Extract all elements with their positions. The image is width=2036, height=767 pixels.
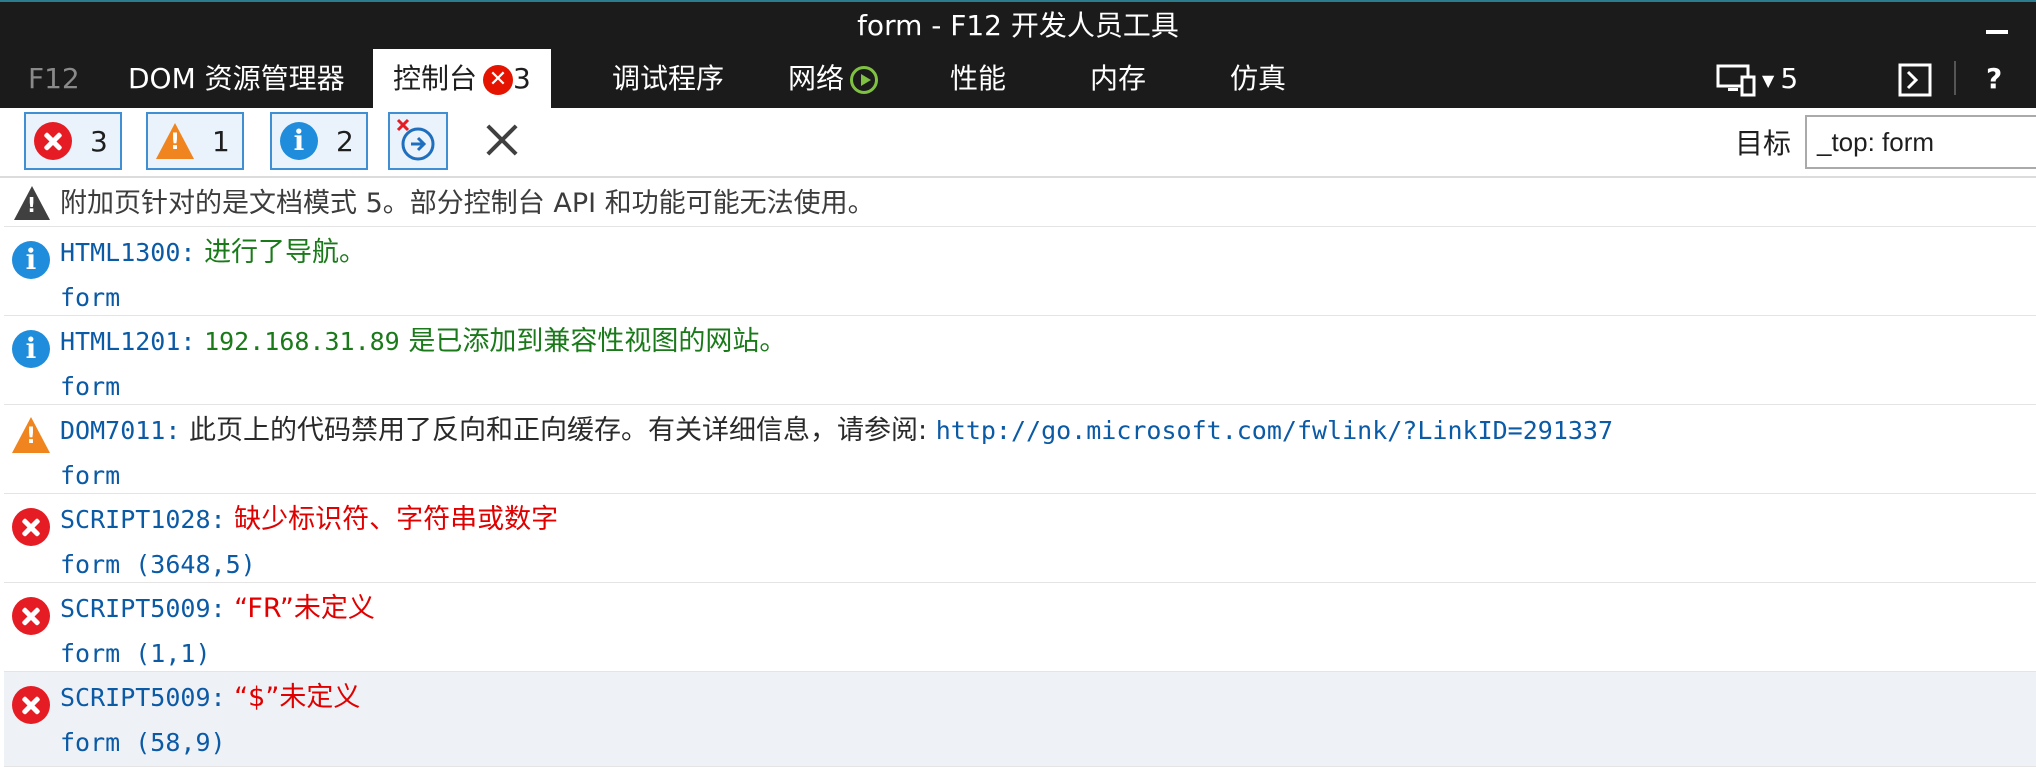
errors-count: 3 [90, 124, 108, 158]
entry-text: 进行了导航。 [204, 237, 367, 268]
entry-code: SCRIPT1028: [60, 505, 226, 534]
console-entry: SCRIPT1028: 缺少标识符、字符串或数字 form (3648,5) [4, 494, 2036, 583]
chevron-down-icon: ▼ [1762, 70, 1775, 90]
tab-performance[interactable]: 性能 [950, 49, 1006, 108]
tab-console[interactable]: 控制台 ✕ 3 [373, 49, 551, 108]
console-entry: SCRIPT5009: “$”未定义 form (58,9) [4, 672, 2036, 767]
monitor-icon [1716, 64, 1756, 97]
entry-source-link[interactable]: form (1,1) [60, 637, 211, 671]
console-entry: SCRIPT5009: “FR”未定义 form (1,1) [4, 583, 2036, 672]
info-icon [280, 122, 318, 160]
entry-source-link[interactable]: form [60, 281, 120, 315]
warnings-count: 1 [212, 124, 230, 158]
help-button[interactable]: ? [1986, 49, 2002, 108]
entry-message: HTML1201: 192.168.31.89 是已添加到兼容性视图的网站。 [60, 324, 786, 360]
entry-help-link[interactable]: http://go.microsoft.com/fwlink/?LinkID=2… [936, 416, 1613, 445]
entry-code: HTML1201: [60, 327, 196, 356]
console-toggle-button[interactable] [1898, 49, 1932, 108]
target-count: 5 [1780, 62, 1799, 95]
title-bar: form - F12 开发人员工具 [0, 0, 2036, 49]
entry-code: SCRIPT5009: [60, 683, 226, 712]
entry-message: SCRIPT5009: “$”未定义 [60, 680, 360, 716]
error-icon [34, 122, 72, 160]
window-title: form - F12 开发人员工具 [857, 9, 1179, 42]
entry-code: HTML1300: [60, 238, 196, 267]
warnings-filter-button[interactable]: 1 [146, 112, 244, 170]
tab-network[interactable]: 网络 [788, 49, 879, 108]
console-prompt-icon [1898, 63, 1932, 97]
entry-message: HTML1300: 进行了导航。 [60, 235, 366, 271]
target-picker[interactable]: ▼ 5 [1716, 49, 1798, 108]
clear-console-icon[interactable] [480, 118, 524, 162]
error-icon [12, 686, 50, 724]
tab-debugger[interactable]: 调试程序 [612, 49, 724, 108]
entry-text: “$”未定义 [234, 682, 361, 713]
tab-console-badge-count: 3 [513, 62, 531, 95]
console-entry: HTML1201: 192.168.31.89 是已添加到兼容性视图的网站。 f… [4, 316, 2036, 405]
tab-dom-explorer[interactable]: DOM 资源管理器 [128, 49, 345, 108]
console-entry: HTML1300: 进行了导航。 form [4, 227, 2036, 316]
entry-source-link[interactable]: form (58,9) [60, 726, 226, 760]
tab-f12[interactable]: F12 [28, 49, 80, 108]
entry-ip: 192.168.31.89 [204, 327, 400, 356]
divider [1954, 61, 1956, 95]
error-badge-icon: ✕ [483, 65, 514, 95]
tab-network-label: 网络 [788, 62, 845, 95]
entry-text: 是已添加到兼容性视图的网站。 [408, 326, 787, 357]
info-filter-button[interactable]: 2 [270, 112, 368, 170]
info-icon [12, 241, 50, 279]
notice-text: 附加页针对的是文档模式 5。部分控制台 API 和功能可能无法使用。 [60, 188, 875, 219]
entry-source-link[interactable]: form [60, 459, 120, 493]
play-icon [850, 66, 879, 94]
entry-code: SCRIPT5009: [60, 594, 226, 623]
info-icon [12, 330, 50, 368]
console-notice: 附加页针对的是文档模式 5。部分控制台 API 和功能可能无法使用。 [4, 180, 2036, 227]
entry-text: 此页上的代码禁用了反向和正向缓存。有关详细信息，请参阅: [189, 415, 928, 446]
entry-message: SCRIPT1028: 缺少标识符、字符串或数字 [60, 502, 558, 538]
info-count: 2 [336, 124, 354, 158]
minimize-button[interactable] [1986, 30, 2008, 34]
warning-icon [156, 123, 194, 159]
console-entry: DOM7011: 此页上的代码禁用了反向和正向缓存。有关详细信息，请参阅: ht… [4, 405, 2036, 494]
tab-bar: F12 DOM 资源管理器 控制台 ✕ 3 调试程序 网络 性能 内存 仿真 ▼ 5 … [0, 49, 2036, 108]
tab-console-label: 控制台 [393, 62, 478, 95]
entry-source-link[interactable]: form [60, 370, 120, 404]
console-toolbar: 3 1 2 目标 _top: form [0, 108, 2036, 178]
entry-source-link[interactable]: form (3648,5) [60, 548, 256, 582]
entry-message: DOM7011: 此页上的代码禁用了反向和正向缓存。有关详细信息，请参阅: ht… [60, 413, 1613, 449]
entry-message: SCRIPT5009: “FR”未定义 [60, 591, 375, 627]
tab-memory[interactable]: 内存 [1090, 49, 1146, 108]
warning-icon [14, 186, 50, 220]
error-icon [12, 508, 50, 546]
target-select[interactable]: _top: form [1805, 115, 2036, 169]
clear-on-navigate-icon [396, 118, 435, 161]
clear-on-navigate-button[interactable] [388, 112, 448, 170]
entry-code: DOM7011: [60, 416, 181, 445]
console-output: 附加页针对的是文档模式 5。部分控制台 API 和功能可能无法使用。 HTML1… [0, 180, 2036, 767]
entry-text: “FR”未定义 [234, 593, 375, 624]
target-label: 目标 [1735, 127, 1792, 160]
error-icon [12, 597, 50, 635]
errors-filter-button[interactable]: 3 [24, 112, 122, 170]
warning-icon [12, 417, 50, 453]
tab-emulation[interactable]: 仿真 [1230, 49, 1286, 108]
entry-text: 缺少标识符、字符串或数字 [234, 504, 559, 535]
